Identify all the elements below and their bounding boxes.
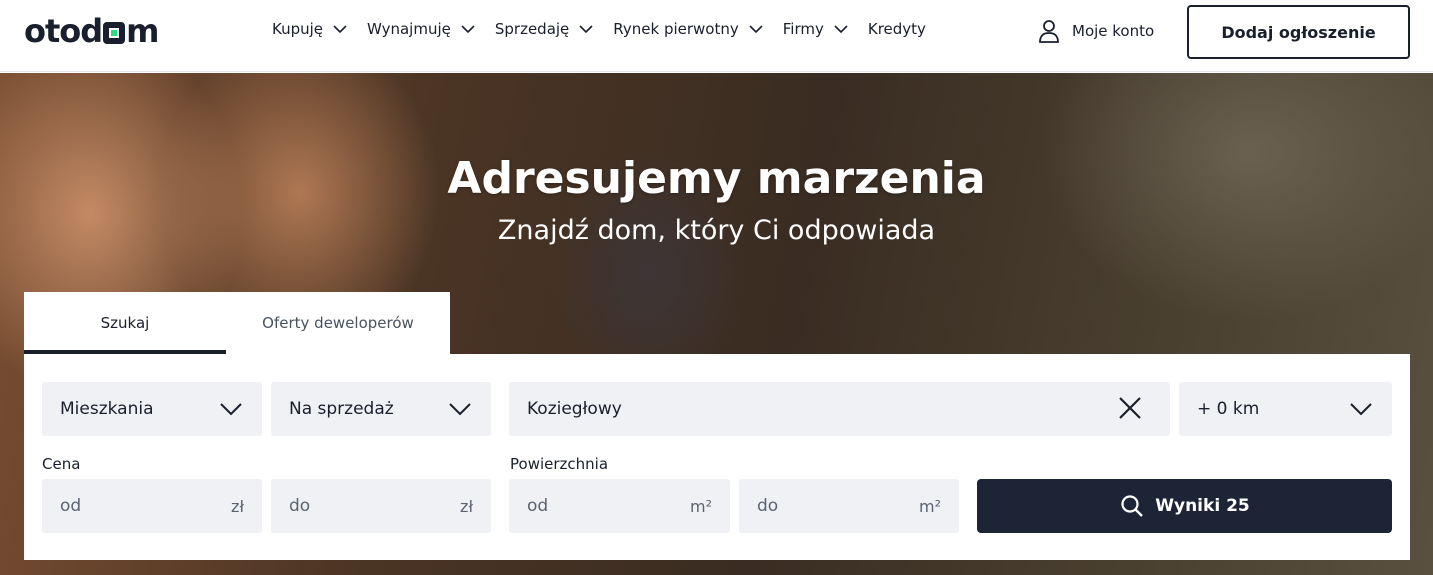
- chevron-down-icon: [834, 25, 848, 34]
- chevron-down-icon: [1350, 403, 1372, 416]
- area-to-input[interactable]: [757, 496, 941, 516]
- area-label: Powierzchnia: [510, 455, 609, 473]
- chevron-down-icon: [461, 25, 475, 34]
- nav-label: Kredyty: [867, 20, 926, 38]
- price-to-field[interactable]: zł: [271, 479, 491, 533]
- nav-item-kredyty[interactable]: Kredyty: [868, 20, 926, 38]
- clear-icon[interactable]: [1116, 394, 1144, 422]
- transaction-type-select[interactable]: Na sprzedaż: [271, 382, 491, 436]
- nav-item-rynek-pierwotny[interactable]: Rynek pierwotny: [613, 20, 764, 38]
- nav-label: Wynajmuję: [367, 20, 451, 38]
- chevron-down-icon: [579, 25, 593, 34]
- property-type-select[interactable]: Mieszkania: [42, 382, 262, 436]
- add-listing-button[interactable]: Dodaj ogłoszenie: [1187, 5, 1410, 59]
- search-results-button[interactable]: Wyniki 25: [977, 479, 1392, 533]
- my-account-link[interactable]: Moje konto: [1036, 18, 1154, 44]
- main-nav: Kupuję Wynajmuję Sprzedaję Rynek pierwot…: [272, 20, 944, 38]
- logo-text-end: m: [126, 12, 159, 50]
- nav-item-sprzedaje[interactable]: Sprzedaję: [495, 20, 595, 38]
- search-icon: [1121, 495, 1144, 517]
- nav-item-kupuje[interactable]: Kupuję: [272, 20, 349, 38]
- area-from-field[interactable]: m²: [509, 479, 730, 533]
- chevron-down-icon: [333, 25, 347, 34]
- price-from-field[interactable]: zł: [42, 479, 262, 533]
- area-unit: m²: [919, 496, 941, 516]
- otodom-logo[interactable]: otod m: [24, 12, 160, 50]
- tab-developer-offers[interactable]: Oferty deweloperów: [226, 292, 450, 354]
- transaction-type-value: Na sprzedaż: [289, 399, 394, 419]
- radius-select[interactable]: + 0 km: [1179, 382, 1392, 436]
- nav-item-wynajmuje[interactable]: Wynajmuję: [367, 20, 477, 38]
- hero-title: Adresujemy marzenia: [447, 153, 986, 204]
- nav-label: Rynek pierwotny: [613, 20, 739, 38]
- search-panel: Mieszkania Na sprzedaż Koziegłowy + 0 km…: [24, 354, 1410, 560]
- price-to-input[interactable]: [289, 496, 473, 516]
- chevron-down-icon: [749, 25, 763, 34]
- chevron-down-icon: [449, 403, 471, 416]
- user-icon: [1039, 20, 1059, 43]
- currency-unit: zł: [460, 496, 473, 516]
- search-tabs: Szukaj Oferty deweloperów: [24, 292, 450, 354]
- logo-text-start: otod: [24, 12, 103, 50]
- tab-search[interactable]: Szukaj: [24, 292, 226, 354]
- currency-unit: zł: [231, 496, 244, 516]
- chevron-down-icon: [220, 403, 242, 416]
- price-label: Cena: [42, 455, 81, 473]
- property-type-value: Mieszkania: [60, 399, 154, 419]
- area-to-field[interactable]: m²: [739, 479, 959, 533]
- nav-label: Kupuję: [272, 20, 324, 38]
- area-unit: m²: [690, 496, 712, 516]
- hero-subtitle: Znajdź dom, który Ci odpowiada: [497, 215, 936, 246]
- nav-label: Firmy: [782, 20, 824, 38]
- radius-value: + 0 km: [1197, 399, 1260, 419]
- results-label: Wyniki 25: [1155, 496, 1250, 516]
- location-input[interactable]: Koziegłowy: [509, 382, 1170, 436]
- area-from-input[interactable]: [527, 496, 712, 516]
- nav-item-firmy[interactable]: Firmy: [783, 20, 850, 38]
- location-value: Koziegłowy: [527, 399, 622, 419]
- logo-square-icon: [103, 22, 126, 44]
- my-account-label: Moje konto: [1072, 22, 1155, 40]
- price-from-input[interactable]: [60, 496, 244, 516]
- nav-label: Sprzedaję: [494, 20, 570, 38]
- site-header: otod m Kupuję Wynajmuję Sprzedaję Rynek p…: [0, 0, 1433, 72]
